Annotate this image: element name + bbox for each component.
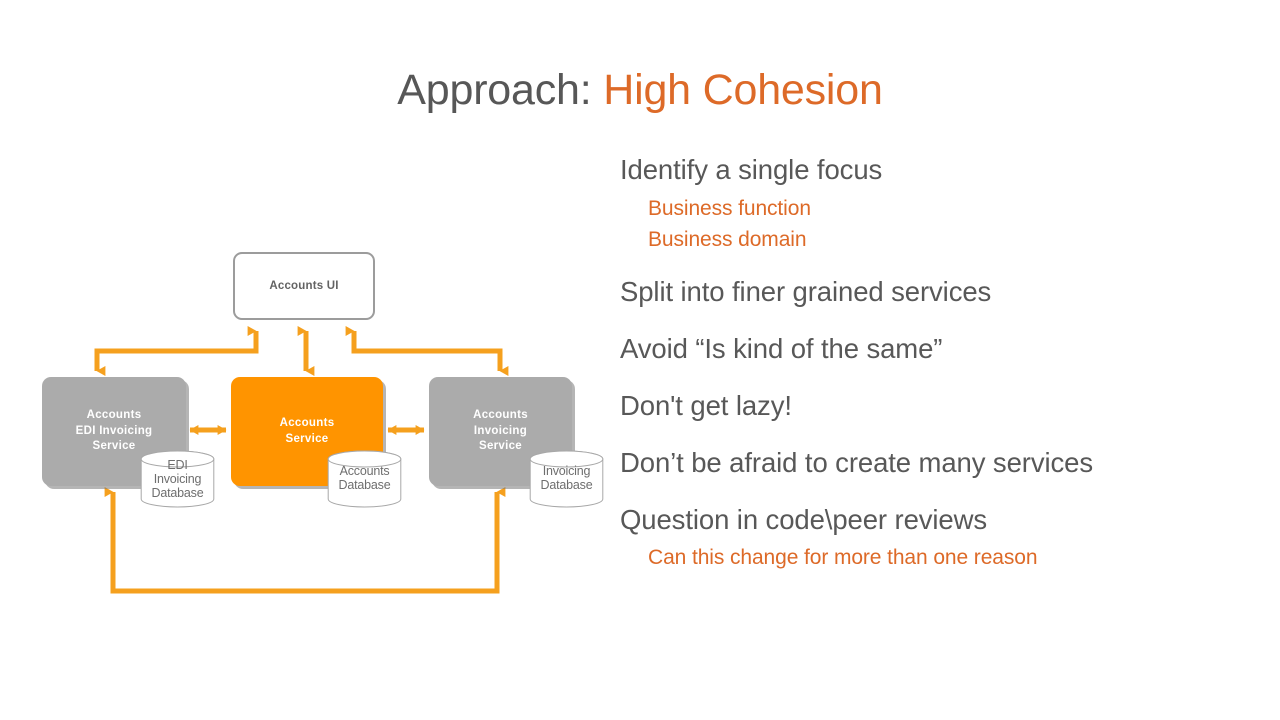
connector-ui-edi bbox=[94, 326, 259, 376]
page-title-accent: High Cohesion bbox=[603, 66, 883, 114]
bullet-dont-be-afraid: Don’t be afraid to create many services bbox=[620, 446, 1093, 478]
connector-layer bbox=[94, 326, 509, 594]
bullet-identify-focus: Identify a single focus bbox=[620, 154, 883, 185]
node-accounts-invoicing-service-label: Accounts Invoicing Service bbox=[473, 409, 528, 453]
database-accounts[interactable]: Accounts Database bbox=[327, 450, 402, 508]
node-accounts-ui[interactable]: Accounts UI bbox=[233, 252, 375, 320]
node-accounts-service-label: Accounts Service bbox=[279, 416, 335, 445]
database-invoicing-label: Invoicing Database bbox=[540, 464, 593, 492]
sub-bullet-business-domain: Business domain bbox=[648, 227, 807, 251]
architecture-diagram: Accounts UI Accounts EDI Invoicing Servi… bbox=[0, 0, 620, 720]
bullet-avoid-kind-of-same: Avoid “Is kind of the same” bbox=[620, 332, 943, 364]
sub-bullet-business-function: Business function bbox=[648, 197, 811, 221]
sub-bullet-can-this-change: Can this change for more than one reason bbox=[648, 545, 1038, 569]
connector-ui-invoicing bbox=[345, 326, 509, 376]
database-edi-invoicing[interactable]: EDI Invoicing Database bbox=[140, 450, 215, 508]
database-edi-invoicing-label: EDI Invoicing Database bbox=[151, 458, 204, 500]
bullet-question-in-reviews: Question in code\peer reviews bbox=[620, 503, 988, 535]
node-accounts-ui-label: Accounts UI bbox=[269, 280, 339, 292]
database-accounts-label: Accounts Database bbox=[338, 464, 391, 492]
node-accounts-edi-invoicing-service-label: Accounts EDI Invoicing Service bbox=[75, 409, 153, 453]
bullet-split-finer-grained: Split into finer grained services bbox=[620, 275, 992, 307]
database-invoicing[interactable]: Invoicing Database bbox=[529, 450, 604, 508]
bullet-list: Identify a single focus Business functio… bbox=[620, 150, 1110, 574]
sub-bullet-group-focus: Business function Business domain bbox=[620, 194, 1110, 255]
bullet-dont-get-lazy: Don't get lazy! bbox=[620, 389, 792, 421]
